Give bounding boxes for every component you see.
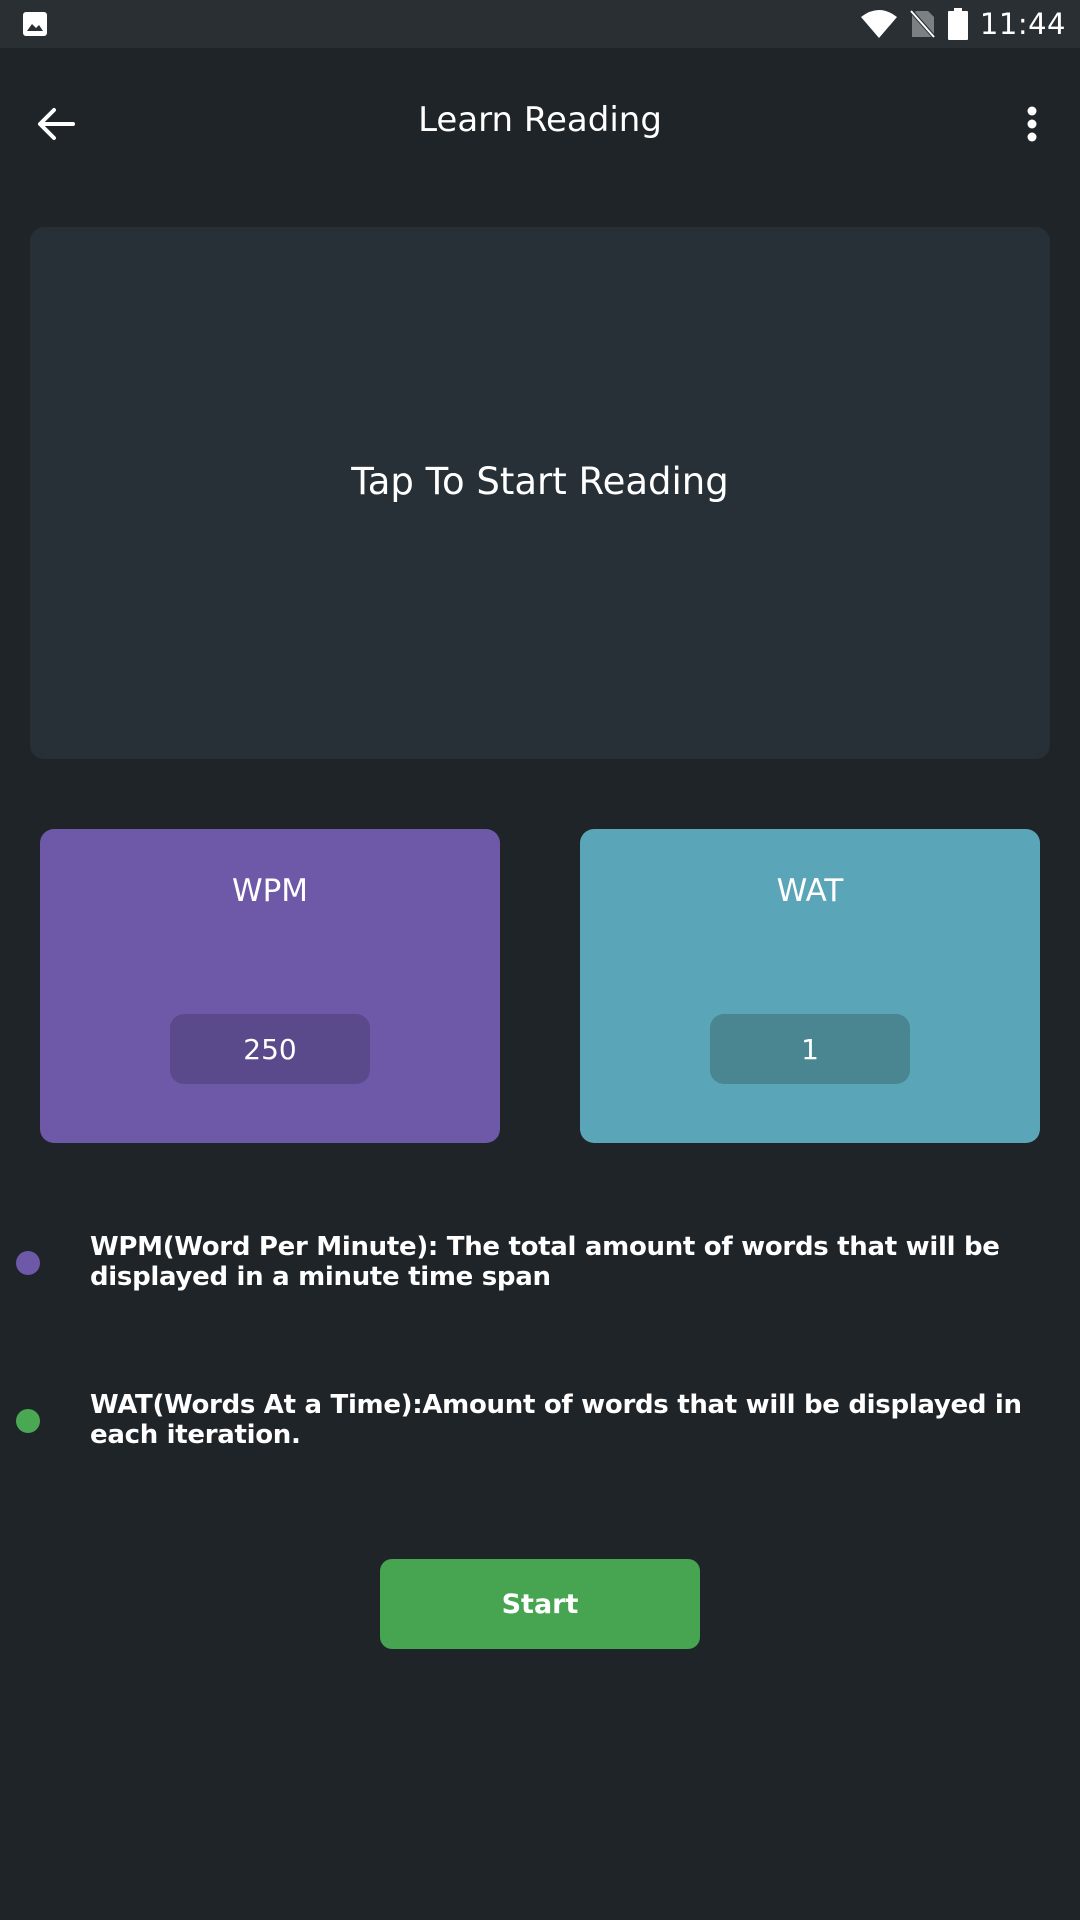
- status-time: 11:44: [979, 7, 1066, 41]
- overflow-menu-button[interactable]: [1004, 96, 1060, 152]
- app-bar: Learn Reading: [0, 48, 1080, 198]
- no-sim-icon: [910, 10, 936, 39]
- wat-value-field[interactable]: 1: [710, 1014, 910, 1084]
- wifi-icon: [860, 10, 897, 38]
- more-vert-icon: [1027, 106, 1037, 142]
- wpm-label: WPM: [231, 873, 309, 909]
- start-button[interactable]: Start: [380, 1559, 700, 1649]
- wpm-bullet-dot: [16, 1251, 40, 1275]
- battery-icon: [947, 8, 968, 40]
- tap-to-start-text: Tap To Start Reading: [351, 459, 729, 503]
- wat-bullet-dot: [16, 1409, 40, 1433]
- wat-description: WAT(Words At a Time):Amount of words tha…: [90, 1390, 1022, 1450]
- gallery-icon: [23, 12, 47, 36]
- learn-reading-screen: 11:44 Learn Reading Tap To Start Reading…: [0, 0, 1080, 1920]
- wat-card: WAT 1: [580, 829, 1040, 1143]
- wpm-card: WPM 250: [40, 829, 500, 1143]
- reading-panel[interactable]: Tap To Start Reading: [30, 227, 1050, 759]
- page-title: Learn Reading: [418, 100, 662, 140]
- wpm-value-field[interactable]: 250: [170, 1014, 370, 1084]
- wat-label: WAT: [776, 873, 844, 909]
- status-bar: 11:44: [0, 0, 1080, 48]
- wpm-description: WPM(Word Per Minute): The total amount o…: [90, 1232, 1000, 1292]
